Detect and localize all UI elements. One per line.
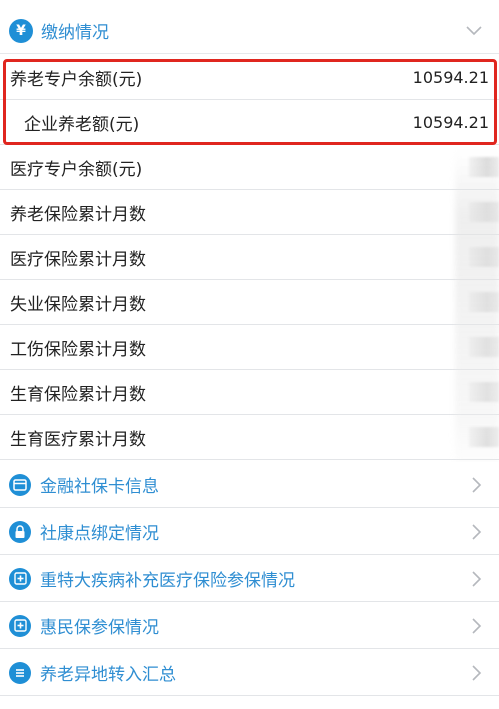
row-label: 失业保险累计月数 [10,294,146,315]
list-item: 养老专户余额(元) 10594.21 [0,55,499,100]
nav-label: 重特大疾病补充医疗保险参保情况 [40,571,295,591]
row-label: 生育保险累计月数 [10,384,146,405]
nav-item-financial-card[interactable]: 金融社保卡信息 [0,462,499,508]
list-item: 企业养老额(元) 10594.21 [0,100,499,145]
chevron-right-icon [472,617,482,634]
row-label: 企业养老额(元) [24,114,140,135]
row-value: 10594.21 [412,112,489,132]
section-title: 缴纳情况 [41,23,109,43]
list-item: 失业保险累计月数 [0,280,499,325]
nav-label: 社康点绑定情况 [40,524,159,544]
row-value: 10594.21 [412,67,489,87]
row-label: 医疗专户余额(元) [10,159,143,180]
row-label: 生育医疗累计月数 [10,429,146,450]
nav-label: 惠民保参保情况 [40,618,159,638]
redaction-blur [455,150,499,480]
list-item: 生育医疗累计月数 [0,415,499,460]
row-label: 养老保险累计月数 [10,204,146,225]
chevron-right-icon [472,664,482,681]
list-item: 医疗专户余额(元) [0,145,499,190]
list-item: 生育保险累计月数 [0,370,499,415]
nav-item-huiminbao[interactable]: 惠民保参保情况 [0,603,499,649]
chevron-right-icon [472,476,482,493]
nav-item-serious-illness[interactable]: 重特大疾病补充医疗保险参保情况 [0,556,499,602]
row-label: 养老专户余额(元) [10,69,143,90]
screen: ¥ 缴纳情况 养老专户余额(元) 10594.21 企业养老额(元) 10594… [0,0,499,709]
medical-plus-icon [9,614,31,637]
nav-label: 金融社保卡信息 [40,477,159,497]
row-label: 工伤保险累计月数 [10,339,146,360]
list-item: 养老保险累计月数 [0,190,499,235]
card-icon [9,473,31,496]
nav-item-clinic-binding[interactable]: 社康点绑定情况 [0,509,499,555]
section-header[interactable]: ¥ 缴纳情况 [0,8,499,54]
chevron-right-icon [472,523,482,540]
lock-icon [9,520,31,543]
list-item: 医疗保险累计月数 [0,235,499,280]
nav-item-pension-transfer[interactable]: 养老异地转入汇总 [0,650,499,696]
row-label: 医疗保险累计月数 [10,249,146,270]
chevron-right-icon [472,570,482,587]
chevron-down-icon[interactable] [465,21,483,39]
list-icon [9,661,31,684]
list-item: 工伤保险累计月数 [0,325,499,370]
yen-icon: ¥ [9,18,33,43]
medical-plus-icon [9,567,31,590]
nav-label: 养老异地转入汇总 [40,665,176,685]
